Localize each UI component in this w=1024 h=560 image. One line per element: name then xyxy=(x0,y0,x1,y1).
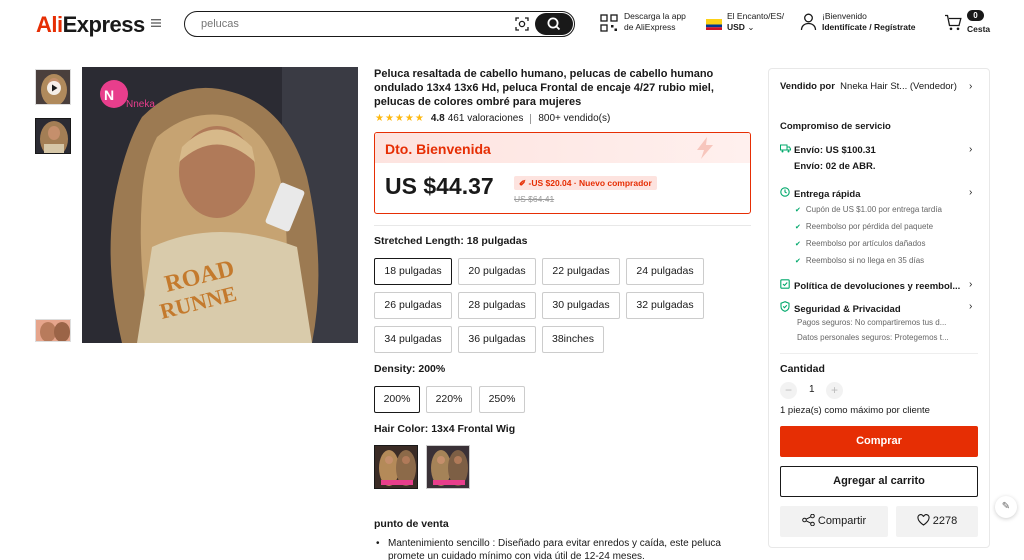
section-divider xyxy=(374,225,751,226)
search-input[interactable] xyxy=(201,16,501,32)
share-icon xyxy=(802,513,818,527)
chevron-right-icon[interactable]: › xyxy=(969,301,972,312)
add-to-cart-button[interactable]: Agregar al carrito xyxy=(780,466,978,497)
return-icon xyxy=(780,279,791,292)
share-button[interactable]: Compartir xyxy=(780,506,888,537)
density-option[interactable]: 220% xyxy=(426,386,472,413)
length-option[interactable]: 20 pulgadas xyxy=(458,258,536,285)
locale-selector[interactable]: El Encanto/ES/ USD ⌄ xyxy=(727,11,784,33)
star-rating-icon: ★★★★★ xyxy=(375,113,425,124)
delivery-date: Envío: 02 de ABR. xyxy=(794,161,876,172)
color-swatch-1[interactable] xyxy=(374,445,418,489)
quantity-limit-note: 1 pieza(s) como máximo por cliente xyxy=(780,405,930,416)
thumbnail-video[interactable] xyxy=(35,69,71,105)
menu-icon[interactable] xyxy=(150,17,162,31)
app-download-link[interactable]: Descarga la app de AliExpress xyxy=(624,11,686,33)
service-title: Compromiso de servicio xyxy=(780,121,891,132)
color-swatch-2[interactable] xyxy=(426,445,470,489)
original-price: US $64.41 xyxy=(514,194,555,204)
rating-divider xyxy=(530,113,532,124)
length-option[interactable]: 28 pulgadas xyxy=(458,292,536,319)
promo-title: Dto. Bienvenida xyxy=(385,141,491,157)
seller-name: Nneka Hair St... xyxy=(840,81,908,92)
quantity-increase-button[interactable]: + xyxy=(826,382,843,399)
bolt-decoration-icon xyxy=(690,136,720,160)
panel-divider xyxy=(780,353,978,354)
chevron-right-icon[interactable]: › xyxy=(969,279,972,290)
chevron-down-icon: ⌄ xyxy=(747,22,755,32)
color-label: Hair Color: 13x4 Frontal Wig xyxy=(374,423,516,435)
purchase-panel: Vendido por Nneka Hair St... (Vendedor) … xyxy=(768,68,990,548)
sold-count: 800+ vendido(s) xyxy=(538,113,611,124)
density-option[interactable]: 200% xyxy=(374,386,420,413)
guarantee-item: Reembolso si no llega en 35 días xyxy=(795,256,924,265)
guarantee-item: Cupón de US $1.00 por entrega tardía xyxy=(795,205,942,214)
heart-icon xyxy=(917,514,933,527)
length-option[interactable]: 38inches xyxy=(542,326,604,353)
guarantee-item: Reembolso por artículos dañados xyxy=(795,239,926,248)
selling-points-title: punto de venta xyxy=(374,518,449,530)
quantity-decrease-button[interactable]: − xyxy=(780,382,797,399)
account-link[interactable]: ¡Bienvenido Identifícate / Regístrate xyxy=(822,11,916,33)
search-button[interactable] xyxy=(535,13,573,35)
guarantee-item: Reembolso por pérdida del paquete xyxy=(795,222,933,231)
density-label: Density: 200% xyxy=(374,363,446,375)
review-count[interactable]: 461 valoraciones xyxy=(448,113,524,124)
chevron-right-icon[interactable]: › xyxy=(969,144,972,155)
search-bar xyxy=(184,11,575,37)
length-label: Stretched Length: 18 pulgadas xyxy=(374,235,528,247)
buy-now-button[interactable]: Comprar xyxy=(780,426,978,457)
colombia-flag-icon xyxy=(706,17,722,30)
clock-icon xyxy=(780,187,791,200)
truck-icon xyxy=(780,144,791,156)
shipping-row[interactable]: Envío: US $100.31 xyxy=(780,144,876,156)
thumbnail-image-2[interactable] xyxy=(35,319,71,342)
wishlist-button[interactable]: 2278 xyxy=(896,506,978,537)
selling-point-item: Mantenimiento sencillo : Diseñado para e… xyxy=(376,537,736,560)
length-option[interactable]: 18 pulgadas xyxy=(374,258,452,285)
thumbnail-image-1[interactable] xyxy=(35,118,71,154)
camera-search-icon[interactable] xyxy=(515,17,529,31)
length-option[interactable]: 30 pulgadas xyxy=(542,292,620,319)
main-product-image[interactable]: ROAD RUNNE N Nneka xyxy=(82,67,358,343)
cart-label[interactable]: Cesta xyxy=(967,24,990,34)
header: AliExpress Descarga la app de AliExpress… xyxy=(0,0,1024,50)
current-price: US $44.37 xyxy=(385,173,494,199)
product-title: Peluca resaltada de cabello humano, pelu… xyxy=(374,68,714,108)
length-option[interactable]: 36 pulgadas xyxy=(458,326,536,353)
returns-row[interactable]: Política de devoluciones y reembol... xyxy=(780,279,960,292)
discount-badge: ✐ -US $20.04 · Nuevo comprador xyxy=(514,176,657,190)
search-icon xyxy=(547,17,561,31)
seller-row[interactable]: Vendido por Nneka Hair St... (Vendedor) xyxy=(780,81,980,92)
security-row[interactable]: Seguridad & Privacidad xyxy=(780,301,901,315)
fast-delivery-row[interactable]: Entrega rápida xyxy=(780,187,861,200)
length-option[interactable]: 26 pulgadas xyxy=(374,292,452,319)
cart-icon[interactable] xyxy=(944,14,962,31)
aliexpress-logo[interactable]: AliExpress xyxy=(36,12,145,38)
length-option[interactable]: 32 pulgadas xyxy=(626,292,704,319)
app-download-icon[interactable] xyxy=(600,14,618,32)
chevron-right-icon[interactable]: › xyxy=(969,81,972,92)
quantity-label: Cantidad xyxy=(780,363,825,375)
chevron-right-icon[interactable]: › xyxy=(969,187,972,198)
length-option[interactable]: 24 pulgadas xyxy=(626,258,704,285)
rating-score: 4.8 xyxy=(430,113,445,124)
brand-watermark: Nneka xyxy=(126,99,155,110)
length-option[interactable]: 34 pulgadas xyxy=(374,326,452,353)
density-option[interactable]: 250% xyxy=(479,386,525,413)
quantity-value[interactable]: 1 xyxy=(809,384,815,395)
edit-icon[interactable]: ✎ xyxy=(995,496,1017,518)
user-icon[interactable] xyxy=(800,13,817,31)
rating-row[interactable]: ★★★★★ 4.8 461 valoraciones 800+ vendido(… xyxy=(375,113,610,124)
welcome-deal-box: Dto. Bienvenida US $44.37 ✐ -US $20.04 ·… xyxy=(374,132,751,214)
cart-count-badge: 0 xyxy=(967,10,984,21)
length-option[interactable]: 22 pulgadas xyxy=(542,258,620,285)
security-item: Datos personales seguros: Protegemos t..… xyxy=(797,333,949,342)
svg-text:N: N xyxy=(104,87,114,103)
shield-icon xyxy=(780,301,791,315)
security-item: Pagos seguros: No compartiremos tus d... xyxy=(797,318,947,327)
